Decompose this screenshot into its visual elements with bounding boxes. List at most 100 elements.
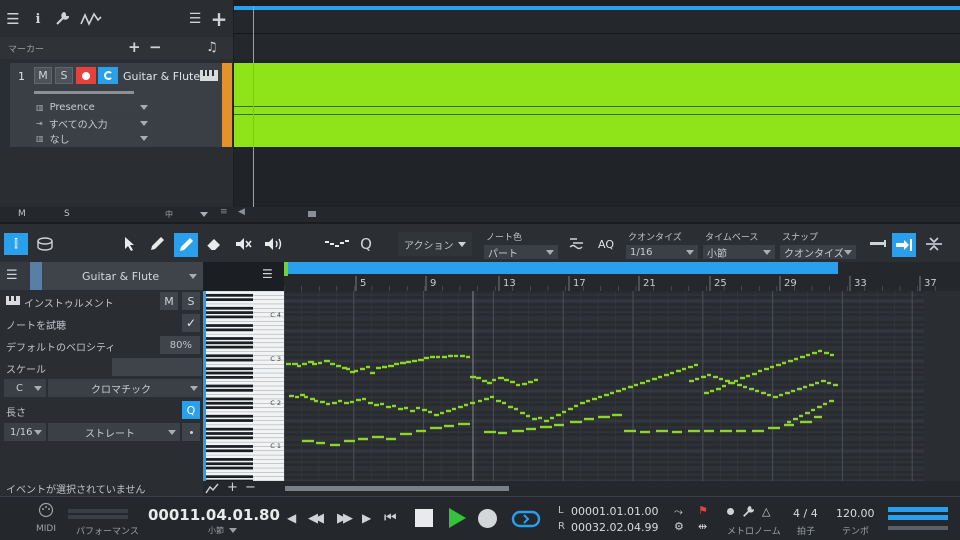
time-signature[interactable]: 4 / 4 bbox=[793, 507, 818, 520]
preset-select[interactable]: ▥ Presence bbox=[32, 100, 152, 114]
autopunch-icon[interactable]: ⇹ bbox=[698, 521, 707, 532]
humanize-icon[interactable] bbox=[568, 236, 586, 252]
info-icon[interactable]: i bbox=[30, 11, 46, 27]
monitor-button[interactable] bbox=[98, 67, 118, 84]
record-button[interactable] bbox=[478, 509, 497, 528]
velocity-value[interactable]: 80% bbox=[160, 336, 200, 354]
arrow-tool-icon[interactable] bbox=[122, 236, 138, 252]
global-solo-button[interactable]: S bbox=[64, 209, 70, 219]
loop-range-bar[interactable] bbox=[234, 6, 960, 10]
left-locator-value[interactable]: 00001.01.01.00 bbox=[571, 505, 658, 518]
editor-hscroll-thumb[interactable] bbox=[285, 486, 509, 491]
length-type-select[interactable]: ストレート bbox=[48, 423, 180, 441]
mute-button[interactable]: M bbox=[34, 67, 52, 84]
length-value-select[interactable]: 1/16 bbox=[4, 423, 46, 441]
action-menu[interactable]: アクション bbox=[398, 232, 472, 256]
editor-track-select[interactable]: Guitar & Flute bbox=[42, 262, 203, 290]
snap-to-grid-button[interactable] bbox=[892, 233, 916, 257]
position-display[interactable]: 00011.04.01.80 bbox=[148, 506, 280, 524]
horizontal-scroll-thumb[interactable] bbox=[308, 211, 316, 217]
editor-track-name: Guitar & Flute bbox=[82, 269, 160, 283]
global-mute-button[interactable]: M bbox=[18, 209, 26, 219]
midi-note bbox=[752, 429, 764, 433]
position-unit[interactable]: 小節 bbox=[208, 525, 224, 536]
length-quantize-button[interactable]: Q bbox=[182, 401, 200, 419]
step-record-icon[interactable] bbox=[325, 238, 349, 250]
play-button[interactable] bbox=[449, 508, 466, 528]
precount-icon[interactable]: ⤳ bbox=[674, 506, 683, 517]
editor-solo-button[interactable]: S bbox=[182, 292, 200, 310]
piano-roll-vscroll[interactable] bbox=[924, 291, 960, 481]
drum-icon[interactable] bbox=[36, 236, 54, 252]
arrange-ruler[interactable] bbox=[234, 6, 960, 34]
scroll-left-icon[interactable]: ◀ bbox=[238, 208, 245, 217]
previous-marker-icon[interactable]: ◀ bbox=[287, 512, 296, 524]
chevron-down-icon[interactable] bbox=[200, 212, 208, 217]
remove-lane-icon[interactable]: − bbox=[245, 481, 256, 494]
preroll-icon[interactable]: ⚑ bbox=[698, 505, 708, 516]
right-locator-value[interactable]: 00032.02.04.99 bbox=[571, 521, 658, 534]
rewind-icon[interactable]: ◀◀ bbox=[308, 512, 324, 525]
loop-button[interactable] bbox=[510, 508, 542, 530]
snap-select[interactable]: クオンタイズ bbox=[780, 245, 856, 260]
quantize-select[interactable]: 1/16 bbox=[626, 245, 698, 259]
editor-mute-button[interactable]: M bbox=[160, 292, 178, 310]
quantize-q-icon[interactable]: Q bbox=[358, 235, 374, 253]
metronome-icon[interactable]: △ bbox=[762, 506, 770, 517]
midi-note bbox=[520, 411, 525, 415]
length-value: 1/16 bbox=[10, 426, 33, 438]
grip-icon[interactable]: ≡ bbox=[220, 208, 228, 217]
output-select[interactable]: ▥ なし bbox=[32, 131, 152, 146]
stop-button[interactable] bbox=[415, 509, 433, 527]
tempo-value[interactable]: 120.00 bbox=[836, 507, 875, 520]
add-marker-button[interactable]: + bbox=[128, 40, 141, 55]
fast-forward-icon[interactable]: ▶▶ bbox=[337, 512, 353, 525]
length-dot-button[interactable] bbox=[182, 423, 200, 441]
midi-note bbox=[458, 405, 463, 409]
editor-menu-icon[interactable]: ☰ bbox=[6, 269, 18, 282]
midi-icon[interactable] bbox=[37, 502, 55, 518]
pencil-tool-icon[interactable] bbox=[148, 236, 166, 252]
snap-off-icon[interactable] bbox=[866, 236, 890, 252]
piano-roll-grid[interactable] bbox=[284, 291, 924, 481]
clip-guitar-flute[interactable] bbox=[234, 63, 960, 147]
settings-gear-icon[interactable]: ⚙ bbox=[674, 521, 684, 532]
scale-root-select[interactable]: C bbox=[4, 379, 46, 397]
metronome-wrench-icon[interactable] bbox=[742, 506, 754, 518]
note-color-select[interactable]: パート bbox=[484, 245, 558, 260]
list-icon[interactable]: ☰ bbox=[186, 11, 204, 27]
audition-checkbox[interactable]: ✓ bbox=[182, 314, 200, 332]
remove-marker-button[interactable]: − bbox=[149, 40, 162, 55]
solo-button[interactable]: S bbox=[55, 67, 73, 84]
mute-tool-icon[interactable] bbox=[235, 236, 253, 252]
follow-icon[interactable] bbox=[922, 236, 946, 252]
auto-quantize-button[interactable]: AQ bbox=[598, 238, 614, 251]
automation-icon[interactable] bbox=[80, 11, 102, 27]
wrench-icon[interactable] bbox=[54, 11, 70, 27]
plus-icon[interactable]: + bbox=[210, 9, 228, 29]
track-volume-bar[interactable] bbox=[34, 91, 134, 94]
eraser-tool-icon[interactable] bbox=[205, 236, 223, 252]
record-arm-button[interactable] bbox=[76, 67, 96, 84]
master-fader[interactable] bbox=[888, 526, 948, 530]
add-lane-icon[interactable]: + bbox=[227, 481, 238, 494]
editor-toggle-button[interactable]: ⫿ bbox=[4, 233, 28, 255]
scale-type-select[interactable]: クロマチック bbox=[48, 379, 202, 397]
menu-icon[interactable]: ☰ bbox=[4, 11, 22, 27]
track-name[interactable]: Guitar & Flute bbox=[123, 70, 200, 83]
piano-keyboard[interactable]: C 4 C 3 C 2 C 1 bbox=[203, 291, 284, 481]
listen-tool-icon[interactable] bbox=[264, 236, 284, 252]
music-note-icon[interactable]: ♫ bbox=[206, 41, 218, 54]
midi-note bbox=[664, 373, 669, 377]
return-to-zero-icon[interactable]: ⏮ bbox=[384, 511, 397, 525]
editor-list-icon[interactable]: ☰ bbox=[262, 268, 273, 280]
timebase-select[interactable]: 小節 bbox=[703, 245, 775, 260]
input-select[interactable]: ⇥ すべての入力 bbox=[32, 116, 152, 131]
metronome-toggle[interactable] bbox=[727, 508, 734, 515]
track-header[interactable]: 1 M S Guitar & Flute ▥ Presence ⇥ すべての入力… bbox=[10, 63, 222, 147]
chevron-down-icon[interactable] bbox=[229, 528, 237, 533]
next-marker-icon[interactable]: ▶ bbox=[362, 512, 371, 524]
velocity-lane-icon[interactable] bbox=[205, 482, 219, 494]
paint-tool-button[interactable] bbox=[174, 233, 198, 257]
ruler-bar-number: 17 bbox=[573, 278, 586, 289]
